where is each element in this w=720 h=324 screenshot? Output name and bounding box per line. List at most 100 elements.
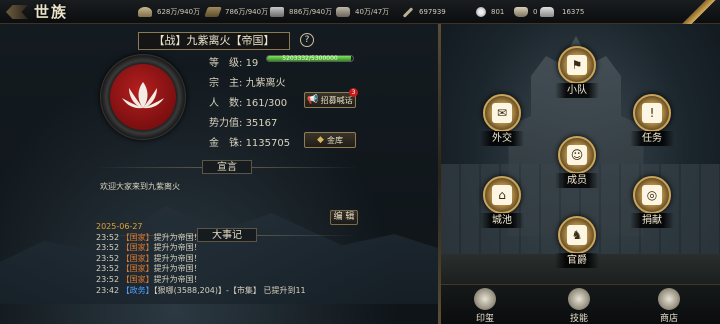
donate-medal: ◎ — [633, 176, 671, 214]
members-medal: ☺ — [558, 136, 596, 174]
event-tag: 【国家】 — [121, 243, 154, 253]
members-label: 成员 — [555, 173, 599, 188]
leader-label: 宗 主: — [209, 78, 243, 89]
level-label: 等 级: — [209, 58, 243, 69]
city-button[interactable]: ⌂ 城池 — [477, 176, 527, 232]
guild-name: 【战】九紫离火【帝国】 — [138, 32, 290, 50]
gold-label: 金 铢: — [209, 138, 243, 149]
event-tag: 【政务】 — [121, 285, 154, 295]
resource-value: 16375 — [562, 8, 585, 16]
squad-medal: ⚑ — [558, 46, 596, 84]
silver-icon — [540, 7, 554, 17]
event-tag: 【国家】 — [121, 253, 154, 263]
resource-stone: 40万/47万 — [336, 0, 389, 24]
city-label: 城池 — [480, 213, 524, 228]
announcement-text: 欢迎大家来到九紫离火 — [100, 182, 180, 191]
event-text: 【狠哪(3588,204)】-【市集】 已提升到11 — [153, 285, 306, 295]
event-text: 提升为帝国！ — [153, 274, 202, 284]
members-value: 161/300 — [245, 98, 288, 109]
level-value: 19 — [245, 58, 259, 69]
missions-button[interactable]: ! 任务 — [627, 94, 677, 150]
announcement-header: 宣言 — [96, 160, 358, 174]
office-medal: ♞ — [558, 216, 596, 254]
help-icon[interactable]: ? — [300, 33, 314, 47]
event-row: 23:52 【国家】提升为帝国！ — [96, 264, 306, 275]
event-time: 23:52 — [96, 264, 120, 274]
event-row: 23:52 【国家】提升为帝国！ — [96, 243, 306, 254]
resource-food: 628万/940万 — [138, 0, 200, 24]
event-text: 提升为帝国！ — [153, 253, 202, 263]
gold-row: 金 铢: 1135705 — [209, 134, 290, 149]
level-progress-text: 5203332/5300000 — [282, 55, 338, 62]
squad-button[interactable]: ⚑ 小队 — [552, 46, 602, 102]
power-row: 势力值: 35167 — [209, 114, 277, 129]
seal-tab[interactable]: 印玺 — [465, 285, 505, 324]
missions-label: 任务 — [630, 131, 674, 146]
squad-label: 小队 — [555, 83, 599, 98]
gold-icon — [514, 7, 528, 17]
resource-iron: 886万/940万 — [270, 0, 332, 24]
resource-silver: 16375 — [540, 0, 584, 24]
event-row: 23:52 【国家】提升为帝国！ — [96, 254, 306, 265]
resource-value: 786万/940万 — [225, 8, 269, 16]
lotus-icon — [122, 82, 164, 109]
level-row: 等 级: 19 — [209, 54, 258, 69]
events-date: 2025-06-27 — [96, 222, 143, 231]
seal-icon — [474, 288, 496, 310]
stone-icon — [336, 7, 350, 17]
edit-announcement-button[interactable]: 编 辑 — [330, 210, 358, 225]
resource-value: 801 — [491, 8, 505, 16]
city-medal: ⌂ — [483, 176, 521, 214]
treasury-icon: ◆ — [317, 135, 324, 145]
events-log: 2025-06-27 23:52 【国家】提升为帝国！ 23:52 【国家】提升… — [96, 222, 306, 296]
event-text: 提升为帝国！ — [153, 243, 202, 253]
event-row: 23:52 【国家】提升为帝国！ — [96, 275, 306, 286]
treasury-label: 金库 — [326, 135, 343, 145]
people-icon: ☺ — [567, 145, 587, 165]
corner-decoration — [680, 0, 720, 24]
event-tag: 【国家】 — [121, 274, 154, 284]
event-time: 23:52 — [96, 253, 120, 263]
horse-icon: ♞ — [567, 225, 587, 245]
diplomacy-button[interactable]: ✉ 外交 — [477, 94, 527, 150]
donate-button[interactable]: ◎ 捐献 — [627, 176, 677, 232]
leader-value: 九紫离火 — [245, 78, 286, 89]
shop-label: 商店 — [659, 314, 678, 324]
wood-icon — [204, 7, 222, 17]
members-button[interactable]: ☺ 成员 — [552, 136, 602, 192]
event-text: 提升为帝国！ — [153, 264, 202, 274]
members-row: 人 数: 161/300 — [209, 94, 287, 109]
resource-bar: 世族 628万/940万 786万/940万 886万/940万 40万/47万… — [0, 0, 720, 24]
skills-tab[interactable]: 技能 — [559, 285, 599, 324]
event-row: 23:42 【政务】【狠哪(3588,204)】-【市集】 已提升到11 — [96, 286, 306, 297]
recruit-button[interactable]: 📢 招募喊话 — [304, 92, 356, 108]
recruit-badge: 3 — [349, 88, 358, 97]
skills-icon — [568, 288, 590, 310]
event-time: 23:52 — [96, 243, 120, 253]
event-time: 23:52 — [96, 274, 120, 284]
diplomacy-medal: ✉ — [483, 94, 521, 132]
flag-icon: ⚑ — [567, 55, 587, 75]
event-tag: 【国家】 — [121, 264, 154, 274]
missions-medal: ! — [633, 94, 671, 132]
resource-gold: 0 — [514, 0, 537, 24]
scroll-icon: ✉ — [492, 103, 512, 123]
city-menu-panel: ⚑ 小队 ✉ 外交 ! 任务 ☺ 成员 ⌂ 城池 ◎ 捐献 ♞ 官爵 — [441, 24, 720, 324]
event-tag: 【国家】 — [121, 232, 154, 242]
recruit-label: 招募喊话 — [320, 95, 353, 105]
diplomacy-label: 外交 — [480, 131, 524, 146]
bottom-nav: 印玺 技能 商店 — [441, 284, 720, 324]
seal-label: 印玺 — [475, 314, 494, 324]
event-time: 23:52 — [96, 232, 120, 242]
event-time: 23:42 — [96, 285, 120, 295]
power-label: 势力值: — [209, 118, 243, 129]
office-button[interactable]: ♞ 官爵 — [552, 216, 602, 272]
coin-stack-icon: ◎ — [642, 185, 662, 205]
shop-tab[interactable]: 商店 — [649, 285, 689, 324]
resource-value: 40万/47万 — [355, 8, 390, 16]
treasury-button[interactable]: ◆ 金库 — [304, 132, 356, 148]
resource-wood: 786万/940万 — [204, 0, 269, 24]
power-value: 35167 — [245, 118, 278, 129]
resource-troops: 697939 — [402, 0, 446, 24]
members-label: 人 数: — [209, 98, 243, 109]
